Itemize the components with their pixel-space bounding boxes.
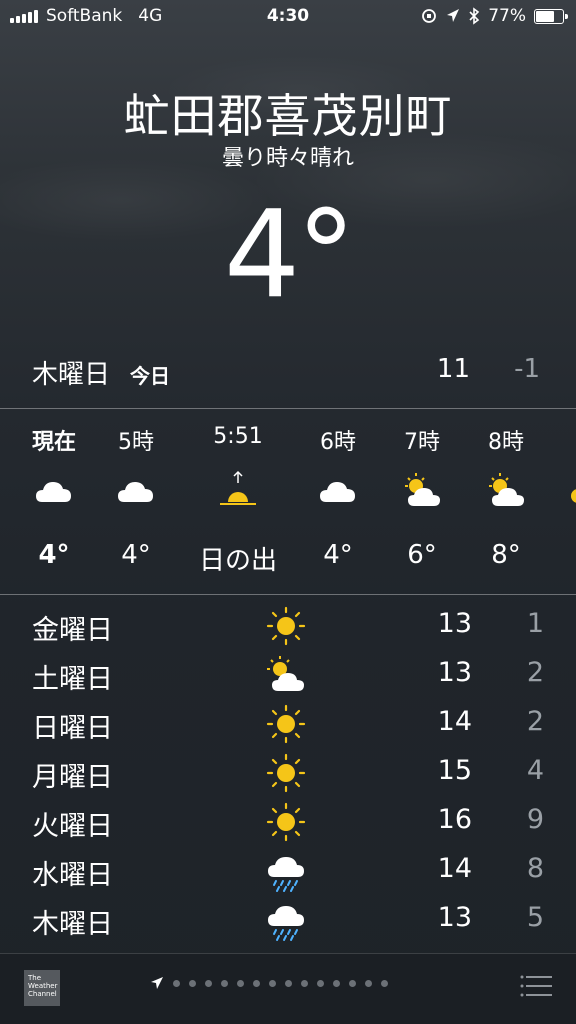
page-dot[interactable] bbox=[269, 979, 276, 987]
page-dot[interactable] bbox=[221, 979, 228, 987]
location-arrow-icon bbox=[447, 9, 460, 22]
status-bar: SoftBank 4G 4:30 77% bbox=[0, 0, 576, 34]
page-dot[interactable] bbox=[381, 979, 388, 987]
weather-condition: 曇り時々晴れ bbox=[221, 146, 354, 171]
day-row: 火曜日 16 9 bbox=[0, 798, 576, 847]
current-temperature: 4° bbox=[223, 186, 356, 325]
partial-sun-icon bbox=[571, 489, 576, 503]
day-row: 土曜日 13 2 bbox=[0, 651, 576, 700]
partly-cloudy-icon bbox=[489, 473, 524, 506]
rotation-lock-icon bbox=[422, 9, 437, 23]
today-summary: 木曜日 今日 11 -1 bbox=[0, 354, 576, 394]
sun-icon bbox=[266, 704, 306, 744]
sun-icon bbox=[266, 753, 306, 793]
daily-forecast[interactable]: 金曜日 13 1 土曜日 13 2 日曜日 14 2 月曜日 15 4 火曜日 … bbox=[0, 602, 576, 945]
page-indicator[interactable] bbox=[150, 976, 388, 990]
today-day: 木曜日 bbox=[32, 360, 111, 390]
bluetooth-icon bbox=[469, 7, 480, 25]
bottom-toolbar: The Weather Channel bbox=[0, 953, 576, 1024]
sunrise-icon bbox=[220, 470, 256, 505]
cloud-icon bbox=[36, 482, 71, 502]
today-low: -1 bbox=[514, 354, 540, 384]
today-tag: 今日 bbox=[130, 364, 170, 388]
weather-channel-logo[interactable]: The Weather Channel bbox=[24, 970, 60, 1006]
page-dot[interactable] bbox=[285, 979, 292, 987]
day-row: 日曜日 14 2 bbox=[0, 700, 576, 749]
day-row: 月曜日 15 4 bbox=[0, 749, 576, 798]
hourly-forecast[interactable]: 現在 4° 5時 4° 5:51 日の出 6時 4° 7時 6° 8時 8° bbox=[0, 410, 576, 594]
location-arrow-icon bbox=[151, 977, 163, 989]
battery-icon bbox=[534, 8, 568, 24]
page-dot[interactable] bbox=[237, 979, 244, 987]
page-dot[interactable] bbox=[301, 979, 308, 987]
city-name: 虻田郡喜茂別町 bbox=[123, 89, 453, 143]
cloud-icon bbox=[320, 482, 355, 502]
divider bbox=[0, 594, 576, 595]
battery-percent: 77% bbox=[488, 6, 526, 26]
rain-icon bbox=[268, 906, 304, 941]
page-dot[interactable] bbox=[253, 979, 260, 987]
divider bbox=[0, 408, 576, 409]
page-dot[interactable] bbox=[205, 979, 212, 987]
today-high: 11 bbox=[436, 354, 470, 384]
day-row: 木曜日 13 5 bbox=[0, 896, 576, 945]
day-row: 水曜日 14 8 bbox=[0, 847, 576, 896]
page-dot[interactable] bbox=[317, 979, 324, 987]
page-dot[interactable] bbox=[333, 979, 340, 987]
page-dot[interactable] bbox=[365, 979, 372, 987]
list-icon[interactable] bbox=[520, 974, 552, 998]
sun-icon bbox=[266, 606, 306, 646]
day-row: 金曜日 13 1 bbox=[0, 602, 576, 651]
rain-icon bbox=[268, 857, 304, 892]
cloud-icon bbox=[118, 482, 153, 502]
page-dot[interactable] bbox=[173, 979, 180, 987]
page-dot[interactable] bbox=[189, 979, 196, 987]
partly-cloudy-icon bbox=[405, 473, 440, 506]
sun-icon bbox=[266, 802, 306, 842]
page-dot[interactable] bbox=[349, 979, 356, 987]
partly-cloudy-icon bbox=[267, 656, 304, 691]
